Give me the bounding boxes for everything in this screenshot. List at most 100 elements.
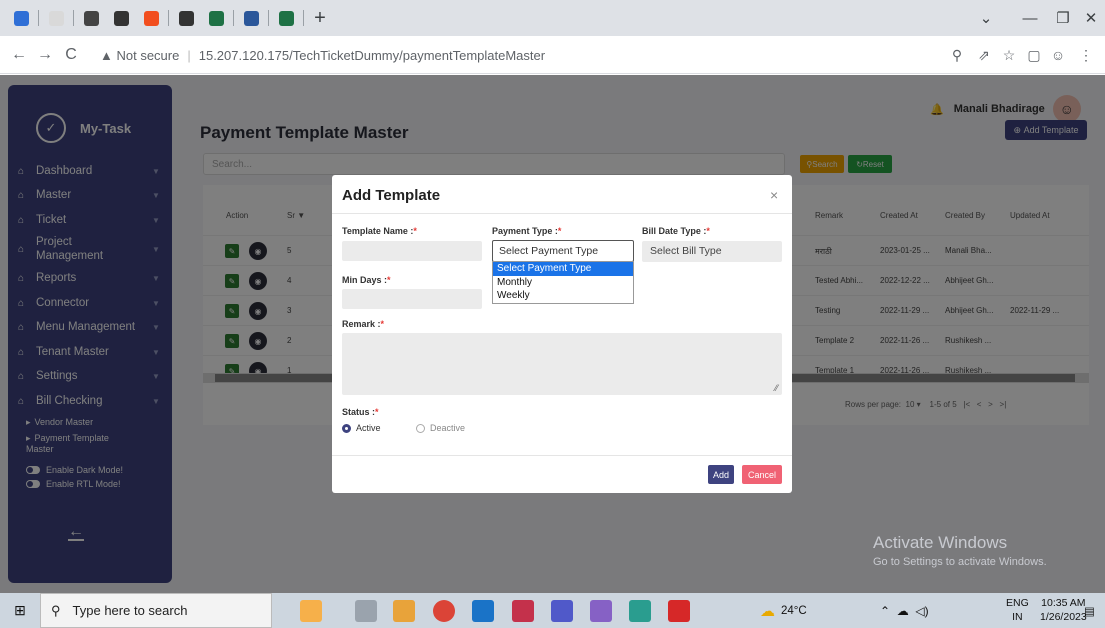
region-code: IN — [1012, 611, 1023, 623]
notification-icon[interactable]: ▤ — [1084, 593, 1095, 628]
tab-favicon[interactable] — [106, 5, 136, 31]
tab-icon — [143, 10, 159, 26]
tab-icon — [208, 10, 224, 26]
visual-studio-icon[interactable] — [590, 600, 612, 622]
dropdown-option[interactable]: Monthly — [493, 276, 633, 290]
app-icon[interactable] — [668, 600, 690, 622]
system-tray-icons[interactable]: ⌃ ☁ ◁) — [880, 593, 929, 628]
min-days-label: Min Days :* — [342, 275, 391, 285]
tab-icon — [83, 10, 99, 26]
temperature: 24°C — [781, 604, 807, 617]
resize-grip-icon[interactable]: ⁄⁄ — [775, 383, 778, 393]
divider — [332, 213, 792, 214]
watermark-line1: Activate Windows — [873, 533, 1008, 552]
tab-favicon[interactable] — [76, 5, 106, 31]
address-bar-row: ← → C ▲ Not secure | 15.207.120.175/Tech… — [0, 36, 1105, 74]
bill-date-type-label: Bill Date Type :* — [642, 226, 710, 236]
status-active-radio[interactable]: Active — [342, 423, 381, 433]
browser-tab-strip: + — [0, 0, 1105, 36]
cancel-button[interactable]: Cancel — [742, 465, 782, 484]
reload-button[interactable]: C — [58, 46, 84, 64]
taskbar-search-placeholder: Type here to search — [72, 603, 188, 618]
windows-start-icon[interactable]: ⊞ — [0, 602, 40, 619]
search-icon: ⚲ — [51, 602, 61, 618]
url-text[interactable]: 15.207.120.175/TechTicketDummy/paymentTe… — [199, 48, 545, 63]
add-template-modal: Add Template × Template Name :* Payment … — [332, 175, 792, 493]
tab-divider — [268, 10, 269, 26]
tab-favicon[interactable] — [171, 5, 201, 31]
forward-button[interactable]: → — [32, 46, 58, 64]
taskbar-app-icon[interactable] — [300, 600, 322, 622]
bookmark-star-icon[interactable]: ☆ — [997, 36, 1021, 74]
remark-label: Remark :* — [342, 319, 385, 329]
payment-type-label: Payment Type :* — [492, 226, 562, 236]
tab-icon — [178, 10, 194, 26]
payment-type-select[interactable]: Select Payment Type — [492, 240, 634, 262]
add-button[interactable]: Add — [708, 465, 734, 484]
language-indicator[interactable]: ENG IN — [1006, 596, 1029, 624]
clock[interactable]: 10:35 AM 1/26/2023 — [1040, 596, 1087, 624]
mail-icon[interactable] — [472, 600, 494, 622]
tab-favicon[interactable] — [201, 5, 231, 31]
radio-checked-icon — [342, 423, 351, 433]
tray-chevron-icon[interactable]: ⌃ — [880, 604, 897, 618]
status-deactive-radio[interactable]: Deactive — [416, 423, 465, 433]
tab-favicon[interactable] — [41, 5, 71, 31]
close-icon[interactable]: × — [770, 187, 778, 203]
clock-date: 1/26/2023 — [1040, 611, 1087, 623]
tab-search-chevron-icon[interactable]: ⌄ — [963, 0, 1009, 36]
back-button[interactable]: ← — [6, 46, 32, 64]
browser-menu-icon[interactable]: ⋮ — [1074, 36, 1098, 74]
payment-type-dropdown: Select Payment Type Monthly Weekly — [492, 261, 634, 304]
share-icon[interactable]: ⇗ — [972, 36, 996, 74]
zoom-icon[interactable]: ⚲ — [945, 36, 969, 74]
chrome-icon[interactable] — [433, 600, 455, 622]
vscode-icon[interactable] — [512, 600, 534, 622]
app-page: ✓ My-Task ⌂Dashboard▼ ⌂Master▼ ⌂Ticket▼ … — [0, 75, 1105, 593]
tab-icon — [113, 10, 129, 26]
radio-label: Deactive — [430, 423, 466, 433]
divider — [332, 455, 792, 456]
modal-title: Add Template — [342, 187, 441, 204]
side-panel-icon[interactable]: ▢ — [1022, 36, 1046, 74]
url-omnibox[interactable]: ▲ Not secure | 15.207.120.175/TechTicket… — [100, 42, 920, 68]
teams-icon[interactable] — [551, 600, 573, 622]
clock-time: 10:35 AM — [1041, 597, 1086, 609]
app-icon[interactable] — [629, 600, 651, 622]
bill-date-type-select[interactable]: Select Bill Type — [642, 241, 782, 262]
tab-favicon[interactable] — [271, 5, 301, 31]
tab-divider — [38, 10, 39, 26]
tab-divider — [233, 10, 234, 26]
tab-divider — [73, 10, 74, 26]
watermark-line2: Go to Settings to activate Windows. — [873, 556, 1047, 568]
lang-code: ENG — [1006, 597, 1029, 609]
file-explorer-icon[interactable] — [393, 600, 415, 622]
tab-divider — [168, 10, 169, 26]
min-days-input[interactable] — [342, 289, 482, 309]
template-name-input[interactable] — [342, 241, 482, 261]
tab-icon — [243, 10, 259, 26]
weather-sun-icon: ☁ — [760, 602, 775, 620]
new-tab-button[interactable]: + — [306, 7, 334, 30]
tab-icon — [48, 10, 64, 26]
dropdown-option[interactable]: Select Payment Type — [493, 262, 633, 276]
weather-widget[interactable]: ☁ 24°C — [760, 593, 807, 628]
tab-favicon[interactable] — [236, 5, 266, 31]
tab-icon — [278, 10, 294, 26]
close-window-button[interactable]: ✕ — [1068, 0, 1105, 36]
tray-network-icon[interactable]: ☁ — [897, 604, 916, 618]
tab-favicon[interactable] — [6, 5, 36, 31]
activate-windows-watermark: Activate Windows Go to Settings to activ… — [873, 533, 1047, 568]
tab-icon — [13, 10, 29, 26]
profile-avatar-icon[interactable]: ☺ — [1046, 36, 1070, 74]
tray-volume-icon[interactable]: ◁) — [915, 604, 928, 618]
tab-favicon[interactable] — [136, 5, 166, 31]
dropdown-option[interactable]: Weekly — [493, 289, 633, 303]
template-name-label: Template Name :* — [342, 226, 417, 236]
taskbar-search-input[interactable]: ⚲ Type here to search — [40, 593, 272, 628]
remark-textarea[interactable]: ⁄⁄ — [342, 333, 782, 395]
radio-unchecked-icon — [416, 423, 425, 433]
task-view-icon[interactable] — [355, 600, 377, 622]
not-secure-warning[interactable]: ▲ Not secure — [100, 48, 179, 63]
url-separator: | — [187, 47, 191, 63]
